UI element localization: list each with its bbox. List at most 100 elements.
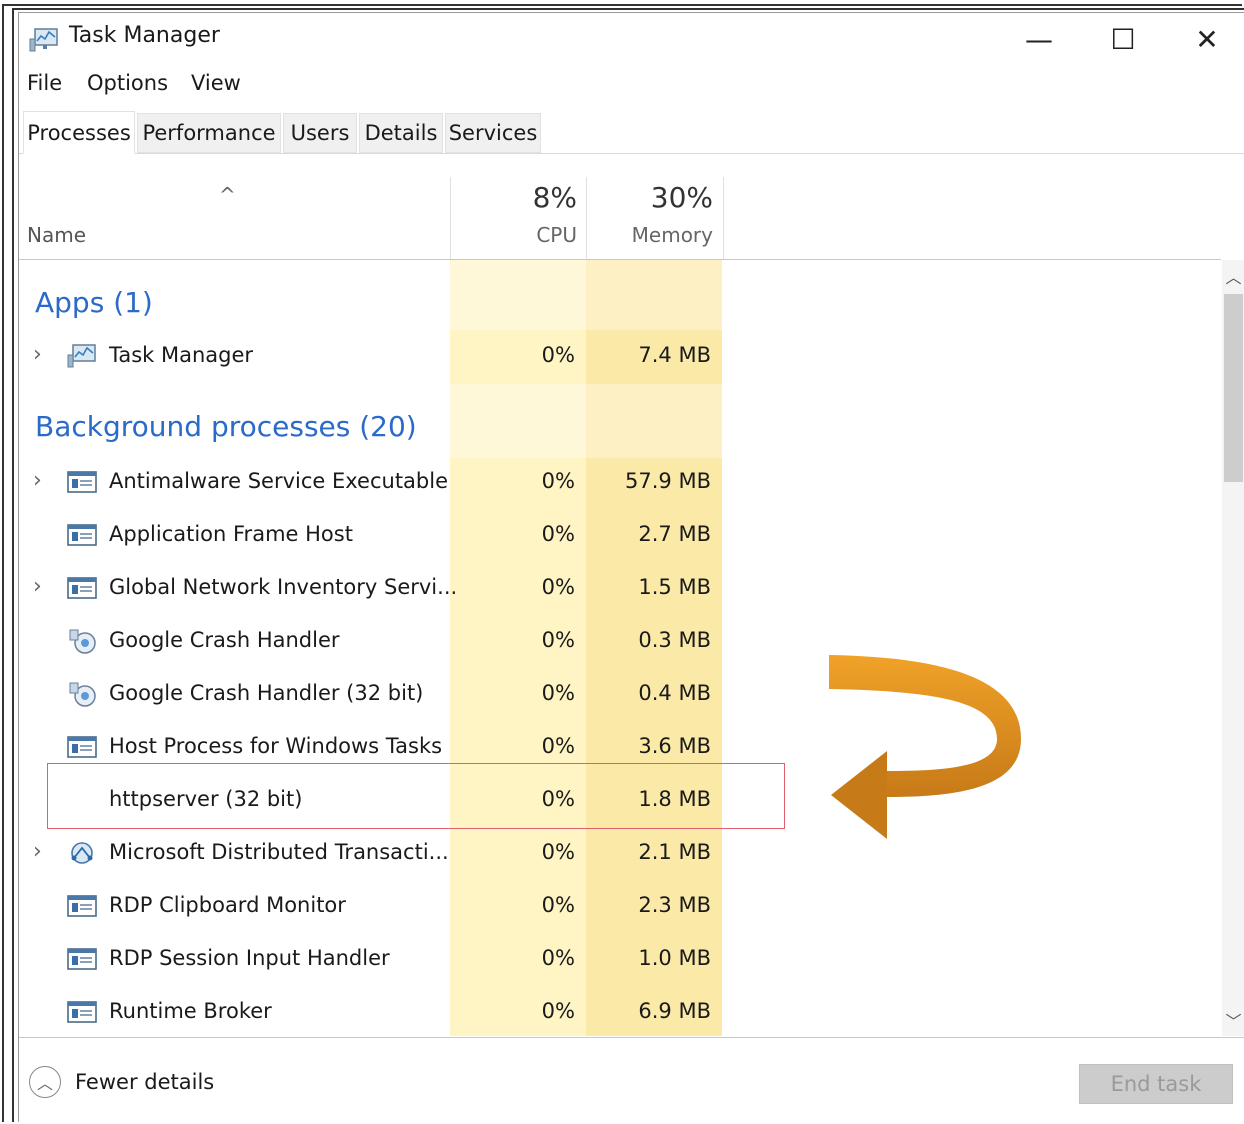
scroll-thumb[interactable] (1224, 294, 1243, 482)
process-name: Host Process for Windows Tasks (109, 734, 443, 758)
menu-options[interactable]: Options (87, 71, 168, 95)
process-memory: 7.4 MB (638, 343, 711, 367)
process-name: Application Frame Host (109, 522, 353, 546)
process-row[interactable]: › Antimalware Service Executable 0% 57.9 MB (19, 456, 1221, 509)
cpu-total-percent: 8% (532, 181, 577, 214)
close-button[interactable]: ✕ (1185, 21, 1229, 57)
scroll-down-icon[interactable]: ﹀ (1222, 1008, 1244, 1032)
column-header-cpu[interactable]: 8% CPU (450, 177, 587, 259)
process-memory: 0.4 MB (638, 681, 711, 705)
process-row[interactable]: › Task Manager 0% 7.4 MB (19, 330, 1221, 383)
service-window-icon (67, 524, 97, 546)
process-row[interactable]: Google Crash Handler 0% 0.3 MB (19, 615, 1221, 668)
process-name: Antimalware Service Executable (109, 469, 449, 493)
cpu-column-label: CPU (536, 223, 577, 247)
sort-up-icon: ^ (219, 183, 236, 207)
process-cpu: 0% (541, 681, 575, 705)
process-memory: 2.1 MB (638, 840, 711, 864)
vertical-scrollbar[interactable]: ︿ ﹀ (1222, 260, 1244, 1036)
column-header-name[interactable]: ^ Name (19, 177, 450, 259)
group-apps: Apps (1) (19, 276, 1221, 329)
scroll-up-icon[interactable]: ︿ (1222, 264, 1244, 288)
column-header: ^ Name 8% CPU 30% Memory (19, 177, 1221, 260)
group-label: Apps (1) (35, 286, 153, 319)
minimize-icon: — (1025, 22, 1053, 56)
process-name: httpserver (32 bit) (109, 787, 303, 811)
process-row[interactable]: Runtime Broker 0% 6.9 MB (19, 986, 1221, 1036)
window-title: Task Manager (69, 23, 220, 48)
chevron-up-icon: ︿ (29, 1066, 61, 1098)
process-name: Microsoft Distributed Transacti... (109, 840, 449, 864)
process-memory: 0.3 MB (638, 628, 711, 652)
chevron-right-icon[interactable]: › (33, 468, 42, 493)
process-list: Apps (1) › Task Manager 0% 7.4 MB Background … (19, 260, 1221, 1036)
minimize-button[interactable]: — (1017, 21, 1061, 57)
annotation-arrow-icon (829, 655, 1021, 839)
memory-total-percent: 30% (650, 181, 713, 214)
process-name: Google Crash Handler (109, 628, 340, 652)
service-window-icon (67, 948, 97, 970)
column-header-memory[interactable]: 30% Memory (586, 177, 724, 259)
tab-bar: Processes Performance Users Details Serv… (19, 111, 1244, 154)
process-row[interactable]: › Global Network Inventory Servi... 0% 1.5 … (19, 562, 1221, 615)
group-background: Background processes (20) (19, 400, 1221, 453)
service-window-icon (67, 471, 97, 493)
distributed-transaction-icon (71, 842, 93, 864)
service-window-icon (67, 895, 97, 917)
process-memory: 3.6 MB (638, 734, 711, 758)
process-memory: 57.9 MB (625, 469, 711, 493)
menu-file[interactable]: File (27, 71, 62, 95)
tab-processes[interactable]: Processes (23, 111, 135, 154)
process-cpu: 0% (541, 734, 575, 758)
process-memory: 1.5 MB (638, 575, 711, 599)
task-manager-window: Task Manager — ☐ ✕ File Options View Pro… (18, 12, 1244, 1122)
process-row[interactable]: RDP Clipboard Monitor 0% 2.3 MB (19, 880, 1221, 933)
process-row[interactable]: Application Frame Host 0% 2.7 MB (19, 509, 1221, 562)
chevron-right-icon[interactable]: › (33, 839, 42, 864)
fewer-details-button[interactable]: ︿ Fewer details (29, 1066, 214, 1098)
tab-performance[interactable]: Performance (137, 113, 281, 153)
column-name-label: Name (27, 223, 87, 247)
fewer-details-label: Fewer details (75, 1070, 215, 1094)
process-memory: 1.0 MB (638, 946, 711, 970)
chevron-right-icon[interactable]: › (33, 342, 42, 367)
process-row[interactable]: Google Crash Handler (32 bit) 0% 0.4 MB (19, 668, 1221, 721)
menu-view[interactable]: View (191, 71, 241, 95)
google-crash-icon (69, 682, 96, 707)
maximize-button[interactable]: ☐ (1101, 21, 1145, 57)
tab-services[interactable]: Services (445, 113, 541, 153)
process-row[interactable]: httpserver (32 bit) 0% 1.8 MB (19, 774, 1221, 827)
process-cpu: 0% (541, 522, 575, 546)
end-task-button[interactable]: End task (1079, 1064, 1233, 1104)
process-row[interactable]: › Microsoft Distributed Transacti... 0% 2.1… (19, 827, 1221, 880)
group-label: Background processes (20) (35, 410, 417, 443)
tab-users[interactable]: Users (283, 113, 357, 153)
process-name: Task Manager (109, 343, 254, 367)
process-name: Google Crash Handler (32 bit) (109, 681, 424, 705)
process-memory: 1.8 MB (638, 787, 711, 811)
process-cpu: 0% (541, 999, 575, 1023)
process-cpu: 0% (541, 840, 575, 864)
close-icon: ✕ (1195, 22, 1219, 56)
process-cpu: 0% (541, 946, 575, 970)
process-row[interactable]: RDP Session Input Handler 0% 1.0 MB (19, 933, 1221, 986)
task-manager-icon (67, 344, 96, 368)
title-bar[interactable]: Task Manager — ☐ ✕ (19, 13, 1244, 65)
process-cpu: 0% (541, 628, 575, 652)
process-memory: 2.7 MB (638, 522, 711, 546)
process-name: Runtime Broker (109, 999, 272, 1023)
chevron-right-icon[interactable]: › (33, 574, 42, 599)
tab-details[interactable]: Details (359, 113, 443, 153)
process-memory: 6.9 MB (638, 999, 711, 1023)
process-memory: 2.3 MB (638, 893, 711, 917)
service-window-icon (67, 577, 97, 599)
process-name: RDP Clipboard Monitor (109, 893, 346, 917)
process-row[interactable]: Host Process for Windows Tasks 0% 3.6 MB (19, 721, 1221, 774)
footer-bar: ︿ Fewer details End task (19, 1037, 1244, 1124)
process-cpu: 0% (541, 469, 575, 493)
service-window-icon (67, 736, 97, 758)
process-cpu: 0% (541, 787, 575, 811)
menu-bar: File Options View (19, 69, 1244, 105)
memory-column-label: Memory (631, 223, 713, 247)
process-cpu: 0% (541, 575, 575, 599)
